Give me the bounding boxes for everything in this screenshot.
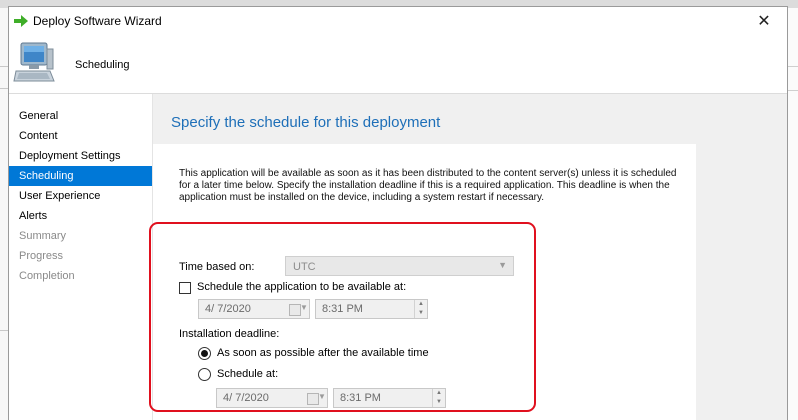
deadline-schedule-radio[interactable]: [198, 368, 211, 381]
chevron-down-icon: ▼: [300, 303, 308, 312]
nav-item-general[interactable]: General: [9, 106, 152, 126]
available-time-picker[interactable]: 8:31 PM ▲ ▼: [315, 299, 428, 319]
deploy-software-wizard-window: Deploy Software Wizard ✕ Scheduling Gene…: [8, 6, 788, 420]
deadline-asap-radio[interactable]: [198, 347, 211, 360]
time-based-on-label: Time based on:: [179, 261, 255, 273]
background-divider: [0, 66, 8, 67]
deadline-date-picker[interactable]: 4/ 7/2020 ▼: [216, 388, 328, 408]
deadline-time-picker[interactable]: 8:31 PM ▲ ▼: [333, 388, 446, 408]
content-header: Specify the schedule for this deployment: [153, 94, 696, 144]
green-arrow-icon: [14, 15, 28, 27]
title-bar: Deploy Software Wizard ✕: [9, 7, 787, 35]
deadline-time-value: 8:31 PM: [340, 392, 381, 404]
time-based-on-select[interactable]: UTC ▼: [285, 256, 514, 276]
wizard-header: Scheduling: [9, 35, 787, 94]
nav-item-summary: Summary: [19, 230, 67, 242]
page-description: This application will be available as so…: [179, 168, 677, 203]
close-button[interactable]: ✕: [741, 7, 787, 35]
time-spinner[interactable]: ▲ ▼: [414, 300, 427, 318]
available-time-value: 8:31 PM: [322, 303, 363, 315]
nav-item-completion: Completion: [19, 270, 75, 282]
background-divider: [0, 330, 8, 331]
background-right-panel: [787, 8, 798, 420]
content-pane: Specify the schedule for this deployment…: [153, 94, 696, 420]
nav-item-scheduling[interactable]: Scheduling: [9, 166, 152, 186]
chevron-down-icon: ▼: [318, 392, 326, 401]
close-icon: ✕: [757, 13, 771, 30]
background-divider: [0, 88, 8, 89]
available-date-value: 4/ 7/2020: [205, 303, 251, 315]
time-based-on-value: UTC: [293, 261, 316, 273]
installation-deadline-label: Installation deadline:: [179, 328, 280, 340]
background-divider: [788, 90, 798, 91]
nav-item-content[interactable]: Content: [9, 126, 152, 146]
header-title: Scheduling: [75, 59, 130, 71]
background-divider: [788, 66, 798, 67]
wizard-nav: General Content Deployment Settings Sche…: [9, 94, 153, 420]
nav-item-alerts[interactable]: Alerts: [9, 206, 152, 226]
deadline-asap-label: As soon as possible after the available …: [217, 347, 429, 359]
nav-item-user-experience[interactable]: User Experience: [9, 186, 152, 206]
available-date-picker[interactable]: 4/ 7/2020 ▼: [198, 299, 310, 319]
deadline-schedule-label: Schedule at:: [217, 368, 279, 380]
nav-item-progress: Progress: [19, 250, 64, 262]
right-empty-area: [696, 94, 787, 420]
computer-icon: [13, 42, 55, 82]
nav-item-deployment-settings[interactable]: Deployment Settings: [9, 146, 152, 166]
schedule-available-checkbox[interactable]: [179, 282, 191, 294]
chevron-down-icon: ▼: [498, 260, 507, 270]
window-title: Deploy Software Wizard: [33, 14, 162, 28]
deadline-date-value: 4/ 7/2020: [223, 392, 269, 404]
schedule-available-label: Schedule the application to be available…: [197, 281, 407, 293]
page-title: Specify the schedule for this deployment: [171, 114, 441, 131]
time-spinner[interactable]: ▲ ▼: [432, 389, 445, 407]
